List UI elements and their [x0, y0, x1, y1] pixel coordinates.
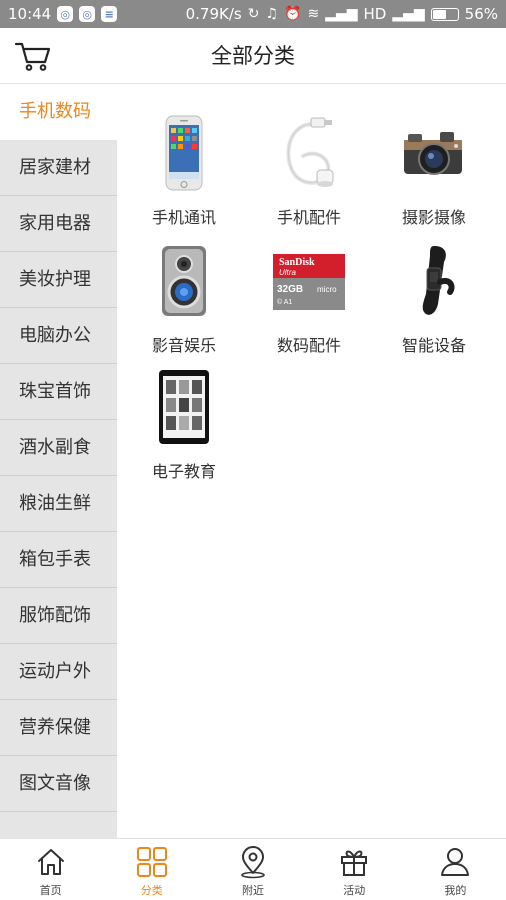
category-label: 摄影摄像 [401, 208, 466, 227]
card-brand-text: SanDisk [279, 257, 315, 268]
nav-mine[interactable]: 我的 [405, 839, 506, 900]
category-tile[interactable]: 智能设备 [372, 242, 496, 366]
network-type: HD [363, 5, 387, 23]
category-tile[interactable]: SanDisk Ultra 32GB micro © A1 数码配件 [247, 242, 371, 366]
status-bar: 10:44 ◎ ◎ ≡ 0.79K/s ↻ ♫ ⏰ ≋ ▂▄▆ HD ▂▄▆ 5… [0, 0, 506, 28]
status-time: 10:44 [8, 5, 52, 23]
grid-icon [136, 847, 167, 877]
bottom-nav: 首页 分类 附近 活动 我的 [0, 838, 506, 900]
page-header: 全部分类 [0, 28, 506, 84]
sidebar-item-home-building[interactable]: 居家建材 [0, 140, 117, 196]
nav-label: 分类 [140, 884, 163, 897]
signal-icon: ▂▄▆ [325, 6, 358, 22]
sidebar-item-jewelry[interactable]: 珠宝首饰 [0, 364, 117, 420]
nav-activity[interactable]: 活动 [304, 839, 405, 900]
sidebar-item-grain-fresh[interactable]: 粮油生鲜 [0, 476, 117, 532]
sidebar-item-media[interactable]: 图文音像 [0, 756, 117, 812]
category-tile[interactable]: 手机通讯 [122, 114, 246, 238]
sidebar-item-computer-office[interactable]: 电脑办公 [0, 308, 117, 364]
nav-label: 附近 [242, 884, 264, 897]
sidebar-item-digital[interactable]: 手机数码 [0, 84, 117, 140]
category-label: 电子教育 [151, 462, 216, 481]
alarm-icon: ⏰ [284, 6, 302, 22]
svg-text:© A1: © A1 [277, 298, 292, 306]
location-icon [241, 846, 265, 879]
category-label: 手机通讯 [151, 208, 216, 227]
ereader-icon [159, 370, 209, 444]
card-capacity-text: 32GB [277, 284, 303, 295]
svg-text:micro: micro [317, 285, 337, 294]
category-tile[interactable]: 影音娱乐 [122, 242, 246, 366]
nav-nearby[interactable]: 附近 [202, 839, 303, 900]
battery-percent: 56% [464, 5, 498, 23]
category-tile[interactable]: 电子教育 [122, 368, 246, 492]
category-tile[interactable]: 摄影摄像 [372, 114, 496, 238]
category-label: 影音娱乐 [151, 336, 216, 355]
signal-icon: ▂▄▆ [392, 6, 425, 22]
nav-label: 我的 [444, 884, 467, 897]
app-notification-icon: ◎ [57, 6, 74, 22]
sidebar-item-beauty[interactable]: 美妆护理 [0, 252, 117, 308]
nav-label: 首页 [39, 884, 62, 897]
category-tile[interactable]: 手机配件 [247, 114, 371, 238]
sync-icon: ↻ [247, 6, 260, 22]
sidebar-item-sports[interactable]: 运动户外 [0, 644, 117, 700]
camera-icon [404, 132, 462, 175]
page-title: 全部分类 [211, 44, 295, 68]
sidebar-item-appliances[interactable]: 家用电器 [0, 196, 117, 252]
category-label: 数码配件 [276, 336, 341, 355]
nav-category[interactable]: 分类 [101, 839, 202, 900]
sidebar-item-bags-watches[interactable]: 箱包手表 [0, 532, 117, 588]
sidebar-item-health[interactable]: 营养保健 [0, 700, 117, 756]
wifi-icon: ≋ [307, 6, 320, 22]
card-sub-text: Ultra [279, 268, 296, 277]
gift-icon [341, 850, 368, 876]
silent-icon: ♫ [265, 6, 279, 22]
category-grid: 手机通讯 手机配件 摄影摄像 影音娱乐 SanDisk Ultra 32GB m… [117, 84, 506, 838]
speaker-icon [162, 246, 206, 316]
battery-icon [430, 7, 459, 21]
smart-band-icon [422, 246, 455, 315]
nav-home[interactable]: 首页 [0, 839, 101, 900]
message-notification-icon: ≡ [101, 6, 118, 22]
memory-card-icon: SanDisk Ultra 32GB micro © A1 [273, 254, 345, 310]
sidebar-item-apparel[interactable]: 服饰配饰 [0, 588, 117, 644]
category-label: 手机配件 [276, 208, 341, 227]
app-notification-icon: ◎ [79, 6, 96, 22]
nav-label: 活动 [343, 884, 366, 897]
category-sidebar: 手机数码 居家建材 家用电器 美妆护理 电脑办公 珠宝首饰 酒水副食 粮油生鲜 … [0, 84, 117, 838]
network-speed: 0.79K/s [185, 5, 242, 23]
sidebar-item-drinks-food[interactable]: 酒水副食 [0, 420, 117, 476]
home-icon [37, 849, 64, 875]
category-label: 智能设备 [401, 336, 466, 355]
user-icon [441, 848, 470, 876]
smartphone-icon [165, 115, 203, 191]
charging-cable-icon [286, 117, 334, 187]
